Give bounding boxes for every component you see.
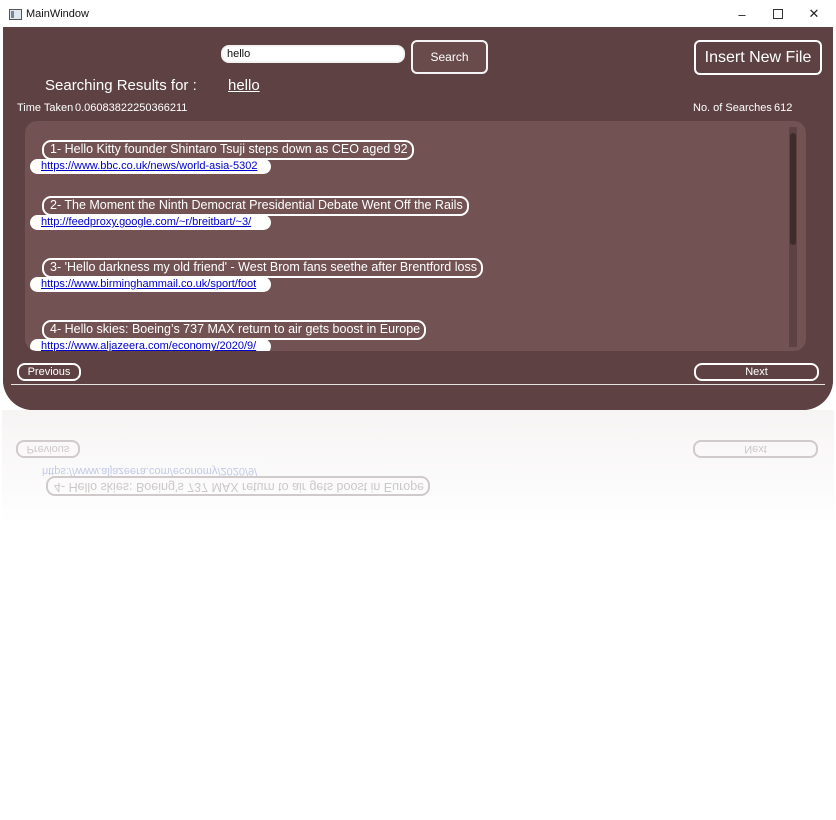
- result-link-3[interactable]: https://www.birminghammail.co.uk/sport/f…: [30, 277, 271, 292]
- window-title: MainWindow: [26, 8, 89, 20]
- results-scrollbar-thumb[interactable]: [790, 133, 796, 245]
- window-reflection: Previous Next https://www.aljazeera.com/…: [2, 410, 834, 524]
- main-window: MainWindow – ✕ Search Insert New File Se…: [0, 0, 836, 410]
- client-area: Search Insert New File Searching Results…: [3, 27, 833, 410]
- result-title-1: 1- Hello Kitty founder Shintaro Tsuji st…: [42, 140, 414, 160]
- close-button[interactable]: ✕: [796, 0, 832, 28]
- result-link-4[interactable]: https://www.aljazeera.com/economy/2020/9…: [30, 339, 271, 351]
- results-label: Searching Results for :: [45, 77, 197, 94]
- minimize-button[interactable]: –: [724, 0, 760, 28]
- title-bar: MainWindow – ✕: [0, 0, 836, 28]
- reflected-previous-button: Previous: [16, 440, 80, 458]
- previous-button[interactable]: Previous: [17, 363, 81, 381]
- next-button[interactable]: Next: [694, 363, 819, 381]
- app-window-icon: [9, 9, 22, 20]
- result-link-2[interactable]: http://feedproxy.google.com/~r/breitbart…: [30, 215, 271, 230]
- footer-divider: [11, 384, 825, 385]
- results-list: 1- Hello Kitty founder Shintaro Tsuji st…: [25, 121, 806, 351]
- reflected-next-button: Next: [693, 440, 818, 458]
- search-button[interactable]: Search: [411, 40, 488, 74]
- maximize-icon: [773, 9, 783, 19]
- searches-count-value: 612: [774, 102, 793, 114]
- maximize-button[interactable]: [760, 0, 796, 28]
- result-link-1[interactable]: https://www.bbc.co.uk/news/world-asia-53…: [30, 159, 271, 174]
- search-input[interactable]: [221, 45, 405, 63]
- result-title-3: 3- 'Hello darkness my old friend' - West…: [42, 258, 483, 278]
- result-title-2: 2- The Moment the Ninth Democrat Preside…: [42, 196, 469, 216]
- searches-count-label: No. of Searches: [693, 102, 772, 114]
- time-taken-value: 0.06083822250366211: [75, 102, 188, 114]
- query-text: hello: [228, 77, 260, 94]
- result-title-4: 4- Hello skies: Boeing’s 737 MAX return …: [42, 320, 427, 340]
- reflected-result-title: 4- Hello skies: Boeing’s 737 MAX return …: [46, 476, 431, 496]
- time-taken-label: Time Taken: [17, 102, 74, 114]
- insert-new-file-button[interactable]: Insert New File: [694, 40, 822, 75]
